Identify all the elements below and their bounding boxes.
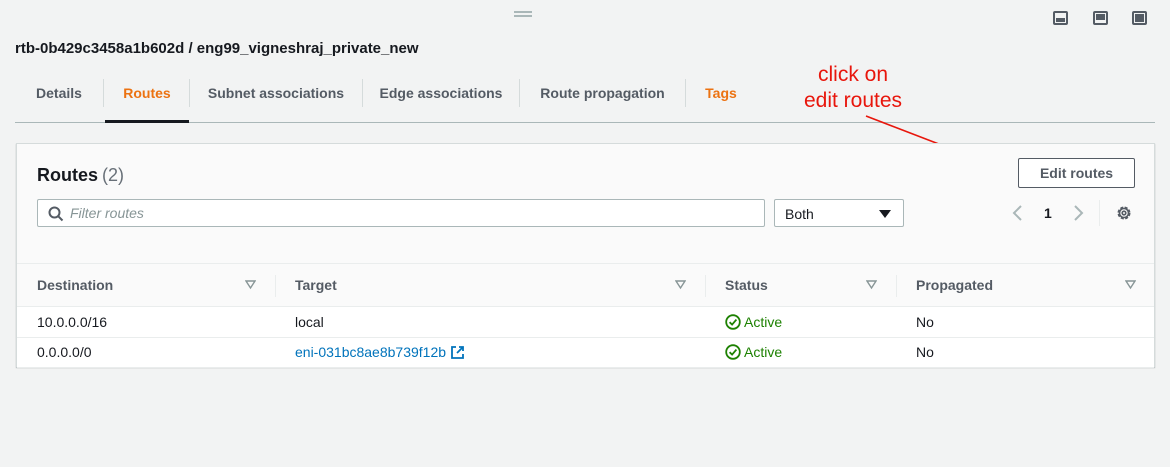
caret-down-icon [879,210,891,218]
column-status[interactable]: Status [725,264,768,307]
tab-details[interactable]: Details [15,77,103,122]
propagated-cell: No [916,314,934,330]
tab-tags[interactable]: Tags [686,77,756,122]
split-panel-icon[interactable] [1093,11,1108,25]
routes-count: (2) [102,165,125,185]
column-target[interactable]: Target [295,264,337,307]
annotation-line-2: edit routes [803,89,903,112]
search-icon [48,206,64,222]
table-row[interactable]: 10.0.0.0/16 local Active No [17,308,1154,338]
sort-icon[interactable] [1125,280,1136,290]
check-circle-icon [725,314,741,330]
destination-cell: 10.0.0.0/16 [37,314,108,330]
edit-routes-button[interactable]: Edit routes [1018,158,1135,188]
gear-icon[interactable] [1115,204,1133,222]
external-link-icon[interactable] [450,345,465,360]
routes-title-label: Routes [37,165,99,185]
status-text: Active [744,344,783,360]
sort-icon[interactable] [675,280,686,290]
check-circle-icon [725,344,741,360]
status-cell: Active [725,338,782,367]
target-cell: local [295,314,324,330]
panel-drag-handle[interactable] [514,11,532,17]
page-number[interactable]: 1 [1044,205,1052,221]
column-separator [275,275,276,297]
status-cell: Active [725,308,782,337]
target-link[interactable]: eni-031bc8ae8b739f12b [295,344,446,360]
chevron-right-icon[interactable] [1071,204,1085,222]
column-destination[interactable]: Destination [37,264,113,307]
tab-routes[interactable]: Routes [105,77,189,123]
routes-panel-header: Routes(2) Edit routes Both 1 [17,144,1154,264]
sort-icon[interactable] [245,280,256,290]
column-propagated[interactable]: Propagated [916,264,993,307]
route-type-select[interactable]: Both [774,199,904,227]
annotation-text: click on edit routes [783,62,923,114]
routes-title: Routes (2) [37,165,124,186]
tab-route-propagation[interactable]: Route propagation [520,77,685,122]
tab-separator [103,79,104,107]
maximize-panel-icon[interactable] [1132,11,1147,25]
tab-subnet-associations[interactable]: Subnet associations [190,77,362,122]
tab-edge-associations[interactable]: Edge associations [363,77,519,122]
annotation-line-1: click on [817,63,889,86]
destination-cell: 0.0.0.0/0 [37,344,92,360]
sort-icon[interactable] [866,280,877,290]
column-separator [705,275,706,297]
page-title: rtb-0b429c3458a1b602d / eng99_vigneshraj… [15,40,419,57]
table-row[interactable]: 0.0.0.0/0 eni-031bc8ae8b739f12b Active N… [17,338,1154,368]
minimize-panel-icon[interactable] [1053,11,1068,25]
status-text: Active [744,314,783,330]
chevron-left-icon[interactable] [1011,204,1025,222]
routes-table-header: Destination Target Status Propagated [17,264,1154,307]
pager-separator [1099,200,1100,226]
routes-panel: Routes(2) Edit routes Both 1 De [16,143,1155,368]
filter-routes-field [37,199,765,227]
target-cell: eni-031bc8ae8b739f12b [295,338,465,367]
tab-bar: Details Routes Subnet associations Edge … [15,77,1155,123]
route-type-select-value: Both [785,206,814,222]
propagated-cell: No [916,344,934,360]
filter-routes-input[interactable] [70,200,750,226]
column-separator [896,275,897,297]
